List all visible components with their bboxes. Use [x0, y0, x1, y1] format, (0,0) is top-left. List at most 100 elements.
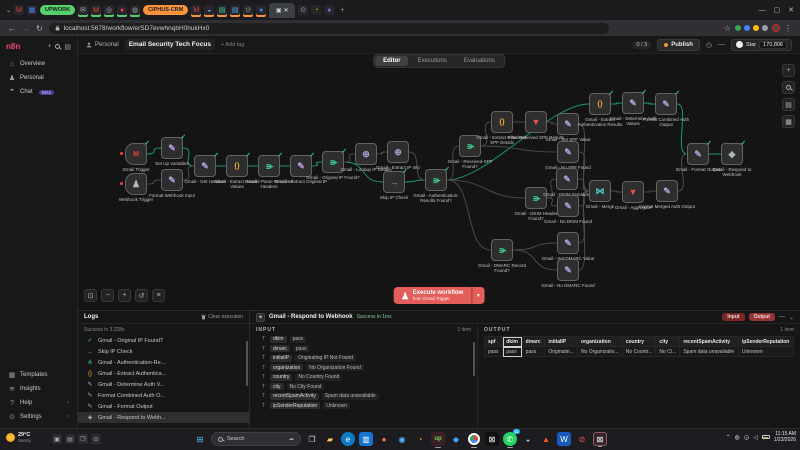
output-toggle-button[interactable]: Output — [748, 313, 775, 321]
language-icon[interactable]: ◍ — [735, 434, 740, 441]
reload-icon[interactable]: ↻ — [36, 24, 43, 33]
new-tab-button[interactable]: + — [337, 5, 347, 15]
tab-group-upwork[interactable]: UPWORK — [40, 5, 76, 15]
output-cell-city[interactable]: No Ci... — [655, 346, 681, 357]
add-tag-button[interactable]: + Add tag — [221, 42, 244, 48]
profile-avatar[interactable] — [772, 24, 780, 32]
browser-tab[interactable]: M — [14, 5, 25, 15]
node-ip-found[interactable]: ⋔ ✓ — [322, 148, 347, 173]
output-table[interactable]: spf dkim dmarc initialIP organization country… — [483, 336, 795, 357]
history-icon[interactable]: ◷ — [706, 41, 712, 49]
active-tab[interactable]: ▣ ✕ — [269, 2, 296, 18]
browser-tab[interactable]: ◔ — [311, 5, 322, 15]
browser-menu-icon[interactable]: ⋮ — [784, 24, 792, 33]
output-cell-organization[interactable]: No Organizatio... — [577, 346, 623, 357]
sidebar-item-chat[interactable]: ❞ Chat Beta — [4, 85, 73, 99]
input-row[interactable]: TipSenderReputation Unknown — [262, 402, 471, 409]
browser-tab[interactable]: ⊙ — [298, 5, 309, 15]
input-row[interactable]: Tdkim pass — [262, 335, 471, 343]
clear-execution-button[interactable]: Clear execution — [201, 314, 243, 320]
close-button[interactable]: ✕ — [788, 6, 794, 14]
taskbar-whatsapp[interactable]: ✆ 11 — [503, 429, 520, 448]
output-col-dkim[interactable]: dkim — [502, 336, 523, 347]
taskbar-upwork[interactable]: up — [431, 432, 445, 448]
output-cell-ipSenderReputation[interactable]: Unknown — [737, 346, 795, 357]
taskbar-edge[interactable]: e — [341, 432, 355, 446]
node-extract-headers[interactable]: {} ✓ — [226, 152, 251, 177]
tidy-button[interactable]: ≡ — [152, 289, 165, 302]
clock[interactable]: 11:15 AM 1/23/2026 — [774, 431, 796, 444]
output-col-organization[interactable]: organization — [577, 336, 623, 347]
browser-tab[interactable]: ▦ — [27, 5, 38, 15]
node-dkim-sig[interactable]: ✎ — [556, 168, 578, 190]
reset-button[interactable]: ↺ — [135, 289, 148, 302]
node-format-chat[interactable]: ✎ — [161, 169, 183, 191]
taskbar-orange-app[interactable]: ● — [377, 432, 391, 446]
panel-collapse-icon[interactable]: ⌄ — [789, 314, 794, 321]
node-format-output[interactable]: ✎ ✓ — [687, 140, 712, 165]
tray-chevron-icon[interactable]: ⌃ — [726, 434, 731, 441]
system-tray[interactable]: ⌃ ◍ ◶ ◁ 11:15 AM 1/23/2026 — [726, 431, 796, 444]
taskbar-search[interactable]: Search ☁ — [211, 432, 301, 446]
output-col-spf[interactable]: spf — [483, 336, 504, 347]
output-col-dmarc[interactable]: dmarc — [521, 336, 546, 347]
log-item[interactable]: ✎ Gmail - Determine Auth V... — [78, 379, 249, 390]
browser-tab[interactable]: ● — [117, 5, 128, 15]
log-item[interactable]: {} Gmail - Extract Authentica... — [78, 368, 249, 379]
collapse-icon[interactable]: — — [718, 41, 725, 48]
bookmark-star-icon[interactable]: ☆ — [724, 24, 731, 33]
note-button[interactable]: ▤ — [782, 98, 795, 111]
tab-evaluations[interactable]: Evaluations — [456, 56, 503, 66]
node-dmarc-found[interactable]: ⋔ — [491, 239, 513, 261]
browser-tab[interactable]: M — [191, 5, 202, 15]
node-aggregate[interactable]: ▼ — [622, 181, 644, 203]
extension-icon[interactable] — [762, 25, 768, 31]
node-dkim-found[interactable]: ⋔ — [525, 187, 547, 209]
browser-tab[interactable]: ◍ — [130, 5, 141, 15]
window-chevron-icon[interactable]: ⌄ — [6, 7, 11, 14]
extension-icon[interactable] — [735, 25, 741, 31]
taskbar-telegram[interactable]: ◉ — [395, 432, 409, 446]
sidebar-item-settings[interactable]: ⊙ Settings › — [4, 410, 73, 424]
output-col-country[interactable]: country — [621, 336, 657, 347]
node-format-combined[interactable]: ✎ ✓ — [655, 90, 680, 115]
output-col-city[interactable]: city — [655, 336, 681, 347]
output-col-initialIP[interactable]: initialIP — [544, 336, 579, 347]
log-item[interactable]: ⋔ Gmail - Authentication-Re... — [78, 357, 249, 368]
log-item[interactable]: ✎ Gmail - Format Output — [78, 401, 249, 412]
node-parse-received[interactable]: ⋔ ✓ — [258, 152, 283, 177]
address-bar[interactable]: localhost:5678/workflow/erSD7evwhnqbH0hu… — [48, 22, 609, 34]
node-no-dkim[interactable]: ✎ — [557, 195, 579, 217]
start-button[interactable]: ⊞ — [193, 432, 207, 446]
output-col-ipSenderReputation[interactable]: ipSenderReputation — [737, 336, 795, 347]
node-set-spf[interactable]: ✎ — [557, 113, 579, 135]
folder-icon[interactable]: ▤ — [65, 434, 75, 444]
capture-toolbar[interactable]: ▣ ▤ ❒ ⊙ — [52, 434, 101, 444]
taskbar-red-app[interactable]: ⊘ — [575, 432, 589, 446]
taskbar-store[interactable]: ▥ — [359, 432, 373, 446]
sidebar-item-personal[interactable]: ♟ Personal — [4, 71, 73, 85]
extension-icon[interactable] — [744, 25, 750, 31]
node-extract-ip[interactable]: ✎ ✓ — [290, 152, 315, 177]
grid-button[interactable]: ▦ — [782, 115, 795, 128]
output-cell-recentSpamActivity[interactable]: Spam data unavailable — [679, 346, 739, 357]
search-icon[interactable] — [55, 44, 61, 49]
add-workflow-icon[interactable]: + — [47, 43, 51, 50]
zoom-in-button[interactable]: + — [118, 289, 131, 302]
fit-button[interactable]: ⊡ — [84, 289, 97, 302]
taskbar-firefox[interactable]: ◔ — [413, 432, 427, 446]
output-cell-dmarc[interactable]: pass — [521, 346, 546, 357]
input-row[interactable]: Torganization No Organization Found — [262, 364, 471, 371]
browser-tab[interactable]: M — [91, 5, 102, 15]
input-scrollbar[interactable] — [473, 342, 475, 376]
node-determine-auth[interactable]: ✎ ✓ — [622, 89, 647, 114]
breadcrumb[interactable]: Personal — [86, 42, 119, 48]
node-merge[interactable]: ⋈ — [589, 180, 611, 202]
input-row[interactable]: Tcity No City Found — [262, 383, 471, 390]
browser-tab[interactable]: ▤ — [230, 5, 241, 15]
log-item[interactable]: ✎ Format Combined Auth O... — [78, 390, 249, 401]
node-auth-results[interactable]: ⋔ ✓ — [425, 166, 450, 191]
forward-icon[interactable]: → — [22, 24, 30, 33]
panel-minimize-icon[interactable]: — — [779, 314, 785, 320]
node-extract-spf[interactable]: {} — [491, 111, 513, 133]
